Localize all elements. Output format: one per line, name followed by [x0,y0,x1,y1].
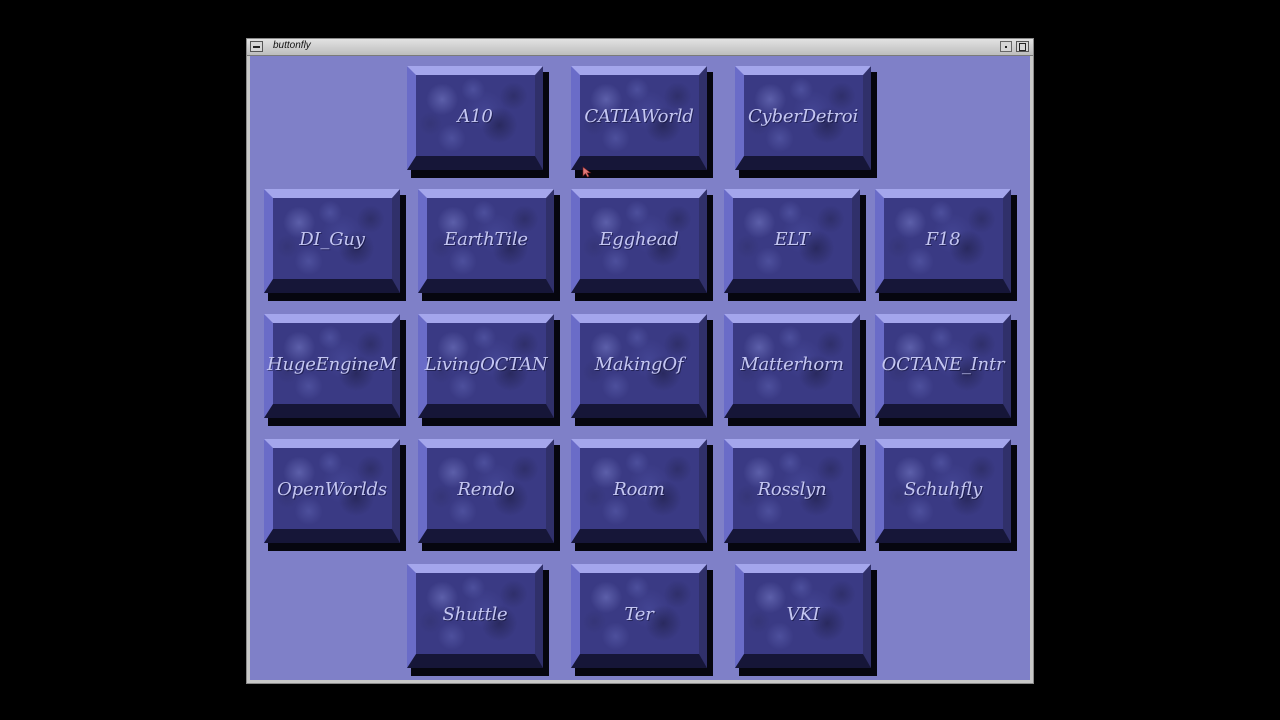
fly-button-matterhorn[interactable]: Matterhorn [724,314,866,426]
fly-button-catiaworld[interactable]: CATIAWorld [571,66,713,178]
fly-button-ter[interactable]: Ter [571,564,713,676]
fly-button-openworlds[interactable]: OpenWorlds [264,439,406,551]
fly-button-label: CATIAWorld [584,105,694,127]
button-grid: A10 CATIAWorld CyberDetroi DI_Guy EarthT… [250,56,1030,680]
fly-button-label: Rendo [457,478,515,500]
fly-button-f18[interactable]: F18 [875,189,1017,301]
fly-button-di-guy[interactable]: DI_Guy [264,189,406,301]
fly-button-earthtile[interactable]: EarthTile [418,189,560,301]
fly-button-label: OCTANE_Intr [881,353,1005,375]
fly-button-cyberdetroi[interactable]: CyberDetroi [735,66,877,178]
fly-button-a10[interactable]: A10 [407,66,549,178]
fly-button-livingoctan[interactable]: LivingOCTAN [418,314,560,426]
fly-button-label: Matterhorn [740,353,844,375]
fly-button-label: VKI [786,603,820,625]
fly-button-label: LivingOCTAN [424,353,548,375]
fly-button-elt[interactable]: ELT [724,189,866,301]
fly-button-octane-intr[interactable]: OCTANE_Intr [875,314,1017,426]
fly-button-egghead[interactable]: Egghead [571,189,713,301]
fly-button-shuttle[interactable]: Shuttle [407,564,549,676]
fly-button-label: Roam [613,478,665,500]
fly-button-vki[interactable]: VKI [735,564,877,676]
fly-button-label: OpenWorlds [277,478,387,500]
fly-button-label: MakingOf [594,353,684,375]
buttonfly-window: buttonfly A10 CATIAWorld CyberDetroi DI_… [246,38,1034,684]
fly-button-label: Egghead [599,228,679,250]
fly-button-makingof[interactable]: MakingOf [571,314,713,426]
window-menu-icon[interactable] [250,41,263,52]
fly-button-label: DI_Guy [299,228,365,250]
fly-button-label: A10 [457,105,493,127]
fly-button-label: CyberDetroi [747,105,859,127]
fly-button-label: ELT [774,228,810,250]
fly-button-label: Ter [624,603,654,625]
minimize-icon[interactable] [1000,41,1012,52]
window-title: buttonfly [273,40,311,51]
fly-button-label: F18 [925,228,961,250]
fly-button-hugeenginem[interactable]: HugeEngineM [264,314,406,426]
maximize-icon[interactable] [1016,41,1029,52]
fly-button-label: HugeEngineM [267,353,397,375]
fly-button-label: EarthTile [444,228,528,250]
fly-button-schuhfly[interactable]: Schuhfly [875,439,1017,551]
fly-button-label: Shuttle [442,603,508,625]
fly-button-rosslyn[interactable]: Rosslyn [724,439,866,551]
fly-button-label: Rosslyn [757,478,827,500]
title-bar[interactable]: buttonfly [247,39,1033,56]
fly-button-roam[interactable]: Roam [571,439,713,551]
mouse-pointer-icon [582,166,592,178]
fly-button-label: Schuhfly [903,478,983,500]
fly-button-rendo[interactable]: Rendo [418,439,560,551]
